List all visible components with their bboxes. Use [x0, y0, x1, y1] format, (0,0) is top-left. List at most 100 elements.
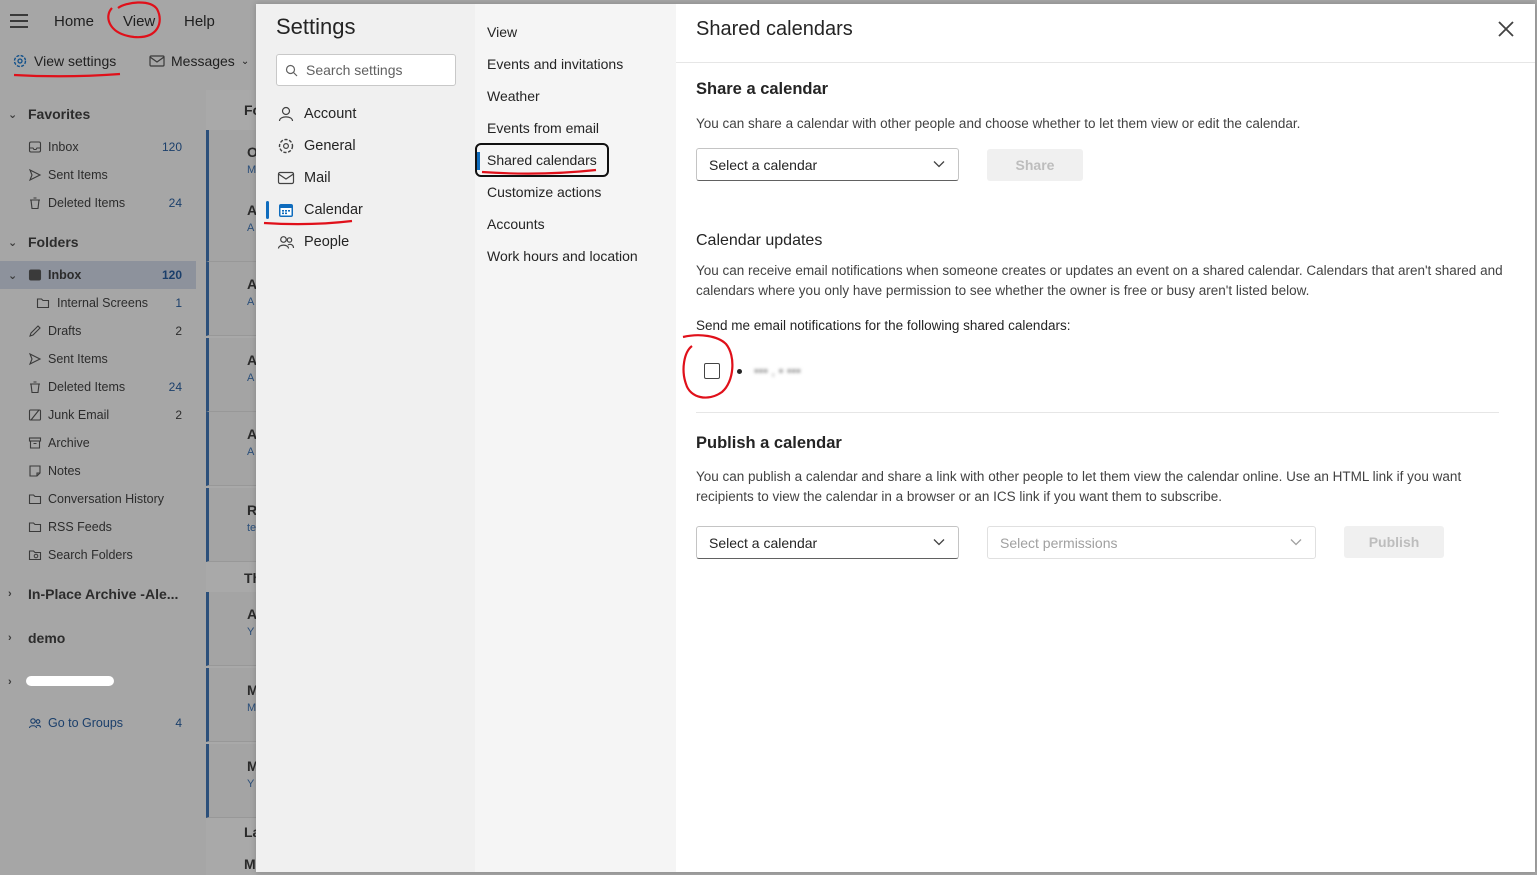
inbox-icon [28, 269, 42, 281]
chevron-down-icon [933, 539, 945, 546]
notes-icon [29, 465, 41, 477]
header-divider [676, 62, 1535, 63]
page-title: Shared calendars [696, 18, 853, 40]
folder-archive[interactable]: Archive [0, 429, 196, 457]
ribbon-toolbar: View settings Messages ⌄ [0, 44, 256, 82]
folders-group[interactable]: ⌄ Folders [0, 228, 196, 256]
hamburger-icon[interactable] [10, 14, 28, 28]
trash-icon [30, 381, 40, 394]
settings-subcategories-pane: View Events and invitations Weather Even… [475, 4, 676, 872]
chevron-right-icon: › [8, 632, 12, 644]
publish-select-calendar-dropdown[interactable]: Select a calendar [696, 526, 959, 559]
inbox-icon [28, 141, 42, 153]
subcategory-accounts[interactable]: Accounts [487, 208, 545, 240]
folder-internal-screens[interactable]: Internal Screens 1 [0, 289, 196, 317]
redacted-calendar-name: ▪▪▪ , ▪ ▪▪▪ [754, 363, 801, 378]
redaction-mark [26, 676, 114, 686]
folder-search-folders[interactable]: Search Folders [0, 541, 196, 569]
folder-rss-feeds[interactable]: RSS Feeds [0, 513, 196, 541]
view-settings-button[interactable]: View settings [12, 53, 116, 69]
messages-label: Messages [171, 53, 235, 69]
tab-view[interactable]: View [123, 13, 155, 30]
favorite-sent-items[interactable]: Sent Items [0, 161, 196, 189]
junk-icon [28, 409, 42, 421]
chevron-right-icon: › [8, 676, 12, 688]
search-settings-input[interactable]: Search settings [276, 54, 456, 86]
category-account[interactable]: Account [256, 98, 475, 130]
subcategory-events-and-invitations[interactable]: Events and invitations [487, 48, 623, 80]
folder-drafts[interactable]: Drafts 2 [0, 317, 196, 345]
message-item[interactable]: MY [206, 744, 259, 818]
folder-deleted-items[interactable]: Deleted Items 24 [0, 373, 196, 401]
calendar-color-dot [737, 369, 742, 374]
account-in-place-archive[interactable]: › In-Place Archive -Ale... [0, 580, 196, 608]
subcategory-events-from-email[interactable]: Events from email [487, 112, 599, 144]
folder-sent-items[interactable]: Sent Items [0, 345, 196, 373]
message-item[interactable]: AY [206, 592, 257, 666]
search-placeholder: Search settings [306, 62, 403, 78]
calendar-icon [279, 204, 293, 217]
folder-icon [36, 298, 50, 309]
share-button[interactable]: Share [987, 149, 1083, 181]
category-people[interactable]: People [256, 226, 475, 258]
message-item[interactable]: AA [206, 338, 257, 412]
tab-help[interactable]: Help [184, 13, 215, 30]
go-to-groups-link[interactable]: Go to Groups 4 [0, 709, 196, 737]
updates-section-heading: Calendar updates [696, 232, 823, 249]
chevron-down-icon: ⌄ [8, 236, 18, 249]
chevron-down-icon: ⌄ [8, 108, 18, 121]
publish-select-permissions-dropdown[interactable]: Select permissions [987, 526, 1316, 559]
subcategory-weather[interactable]: Weather [487, 80, 540, 112]
search-icon [285, 64, 298, 76]
chevron-right-icon: › [8, 588, 12, 600]
close-icon[interactable] [1495, 18, 1517, 40]
subcategory-view[interactable]: View [487, 16, 517, 48]
section-divider [696, 412, 1499, 413]
account-redacted[interactable]: › [0, 668, 196, 696]
category-calendar[interactable]: Calendar [256, 194, 475, 226]
tab-home[interactable]: Home [54, 13, 94, 30]
message-item[interactable]: Rte [206, 488, 257, 562]
message-item[interactable]: AA [206, 412, 257, 486]
person-icon [278, 106, 294, 122]
shared-calendar-checkbox[interactable] [704, 363, 720, 379]
share-section-heading: Share a calendar [696, 80, 829, 98]
favorite-inbox[interactable]: Inbox 120 [0, 133, 196, 161]
message-item[interactable]: AA [206, 262, 257, 336]
category-general[interactable]: General [256, 130, 475, 162]
settings-categories-pane: Settings Search settings Account General… [256, 4, 475, 872]
search-folder-icon [28, 550, 42, 561]
folder-notes[interactable]: Notes [0, 457, 196, 485]
share-select-calendar-dropdown[interactable]: Select a calendar [696, 148, 959, 181]
folder-inbox[interactable]: ⌄ Inbox 120 [0, 261, 196, 289]
folder-junk-email[interactable]: Junk Email 2 [0, 401, 196, 429]
messages-button[interactable]: Messages ⌄ [149, 53, 249, 69]
message-item[interactable]: MM [206, 668, 259, 742]
top-menu-bar: Home View Help [0, 0, 256, 44]
send-icon [28, 168, 42, 182]
mail-icon [149, 55, 165, 67]
chevron-down-icon: ⌄ [8, 269, 18, 282]
subcategory-customize-actions[interactable]: Customize actions [487, 176, 601, 208]
trash-icon [30, 197, 40, 210]
message-item[interactable]: M [244, 856, 256, 872]
chevron-down-icon [933, 161, 945, 168]
folder-conversation-history[interactable]: Conversation History [0, 485, 196, 513]
subcategory-work-hours-and-location[interactable]: Work hours and location [487, 240, 638, 272]
gear-icon [278, 138, 294, 154]
message-item[interactable]: AA [206, 188, 257, 262]
subcategory-shared-calendars[interactable]: Shared calendars [475, 143, 609, 177]
groups-icon [28, 718, 42, 729]
favorites-group[interactable]: ⌄ Favorites [0, 100, 196, 128]
mail-icon [277, 171, 295, 185]
favorite-deleted-items[interactable]: Deleted Items 24 [0, 189, 196, 217]
publish-button[interactable]: Publish [1344, 526, 1444, 558]
category-mail[interactable]: Mail [256, 162, 475, 194]
send-icon [28, 352, 42, 366]
chevron-down-icon: ⌄ [240, 55, 250, 67]
share-section-description: You can share a calendar with other peop… [696, 116, 1301, 131]
people-icon [277, 236, 295, 249]
chevron-down-icon [1290, 539, 1302, 546]
account-demo[interactable]: › demo [0, 624, 196, 652]
folder-icon [28, 522, 42, 533]
